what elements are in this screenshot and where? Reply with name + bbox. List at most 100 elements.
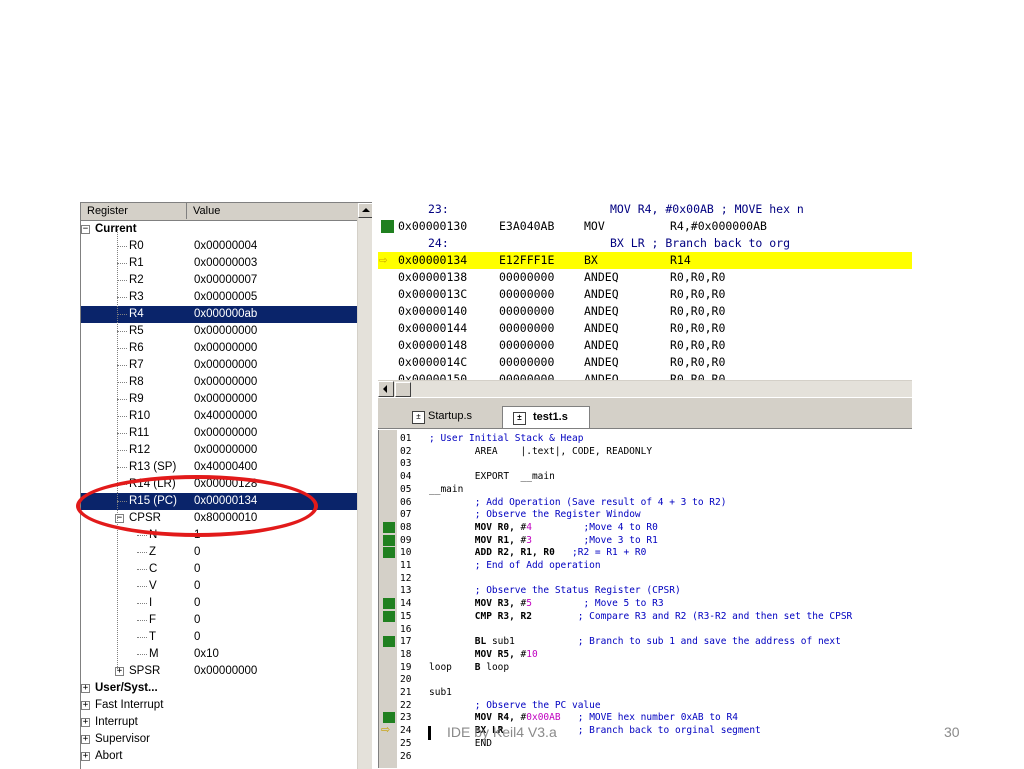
register-row[interactable]: R4 0x000000ab bbox=[81, 306, 357, 323]
register-window: Register Value − Current R0 0x00000004 R1 0x0… bbox=[80, 202, 372, 769]
column-value[interactable]: Value bbox=[187, 203, 357, 219]
expand-toggle-icon[interactable]: + bbox=[81, 684, 90, 693]
editor-line[interactable]: 23 MOV R4, #0x00AB ; MOVE hex number 0xA… bbox=[379, 712, 913, 724]
editor-line[interactable]: 08 MOV R0, #4 ;Move 4 to R0 bbox=[379, 522, 913, 534]
editor-line[interactable]: 06 ; Add Operation (Save result of 4 + 3… bbox=[379, 497, 913, 509]
operands: R0,R0,R0 bbox=[670, 338, 726, 352]
register-row[interactable]: R5 0x00000000 bbox=[81, 323, 357, 340]
breakpoint-icon[interactable] bbox=[383, 534, 395, 546]
editor-line[interactable]: 19 loop B loop bbox=[379, 662, 913, 674]
editor-line[interactable]: 15 CMP R3, R2 ; Compare R3 and R2 (R3-R2… bbox=[379, 611, 913, 623]
editor-line[interactable]: 11 ; End of Add operation bbox=[379, 560, 913, 572]
register-row[interactable]: R13 (SP) 0x40000400 bbox=[81, 459, 357, 476]
editor-line[interactable]: 05 __main bbox=[379, 484, 913, 496]
register-row[interactable]: I0 bbox=[81, 595, 357, 612]
editor-line[interactable]: 13 ; Observe the Status Register (CPSR) bbox=[379, 585, 913, 597]
register-row[interactable]: F0 bbox=[81, 612, 357, 629]
disassembly-line[interactable]: 0x00000138 00000000 ANDEQ R0,R0,R0 bbox=[378, 269, 912, 286]
scroll-thumb[interactable] bbox=[395, 382, 411, 397]
expand-toggle-icon[interactable]: + bbox=[81, 752, 90, 761]
register-row[interactable]: R9 0x00000000 bbox=[81, 391, 357, 408]
register-row[interactable]: R15 (PC) 0x00000134 bbox=[81, 493, 357, 510]
register-row[interactable]: R10 0x40000000 bbox=[81, 408, 357, 425]
address: 0x00000130 bbox=[398, 219, 468, 233]
editor-line[interactable]: 10 ADD R2, R1, R0 ;R2 = R1 + R0 bbox=[379, 547, 913, 559]
editor-line[interactable]: 02 AREA |.text|, CODE, READONLY bbox=[379, 446, 913, 458]
disassembly-line[interactable]: 0x00000130 E3A040AB MOV R4,#0x000000AB bbox=[378, 218, 912, 235]
register-row[interactable]: + Interrupt bbox=[81, 714, 357, 731]
breakpoint-icon[interactable] bbox=[383, 712, 395, 724]
register-row[interactable]: R8 0x00000000 bbox=[81, 374, 357, 391]
register-row[interactable]: T0 bbox=[81, 629, 357, 646]
editor-line[interactable]: 14 MOV R3, #5 ; Move 5 to R3 bbox=[379, 598, 913, 610]
register-row[interactable]: M 0x10 bbox=[81, 646, 357, 663]
source-line[interactable]: 23: MOV R4, #0x00AB ; MOVE hex n bbox=[378, 201, 912, 218]
editor-line[interactable]: 09 MOV R1, #3 ;Move 3 to R1 bbox=[379, 535, 913, 547]
register-scrollbar[interactable] bbox=[357, 203, 372, 769]
register-row[interactable]: V0 bbox=[81, 578, 357, 595]
column-register[interactable]: Register bbox=[81, 203, 187, 219]
register-row[interactable]: − CPSR 0x80000010 bbox=[81, 510, 357, 527]
breakpoint-icon[interactable] bbox=[383, 610, 395, 622]
register-row[interactable]: Z0 bbox=[81, 544, 357, 561]
breakpoint-icon[interactable] bbox=[383, 521, 395, 533]
scroll-up-button[interactable] bbox=[358, 203, 372, 218]
register-row[interactable]: − Current bbox=[81, 221, 357, 238]
expand-toggle-icon[interactable]: + bbox=[81, 718, 90, 727]
breakpoint-icon[interactable] bbox=[383, 547, 395, 559]
register-row[interactable]: C0 bbox=[81, 561, 357, 578]
register-name: R15 (PC) bbox=[129, 495, 177, 507]
disassembly-line[interactable]: 0x0000014C 00000000 ANDEQ R0,R0,R0 bbox=[378, 354, 912, 371]
register-tree[interactable]: Register Value − Current R0 0x00000004 R1 0x0… bbox=[81, 203, 357, 769]
editor-line[interactable]: 20 bbox=[379, 674, 913, 686]
source-line[interactable]: 24: BX LR ; Branch back to org bbox=[378, 235, 912, 252]
register-row[interactable]: + User/Syst... bbox=[81, 680, 357, 697]
register-row[interactable]: + Fast Interrupt bbox=[81, 697, 357, 714]
register-row[interactable]: R7 0x00000000 bbox=[81, 357, 357, 374]
register-row[interactable]: + SPSR 0x00000000 bbox=[81, 663, 357, 680]
editor-line[interactable]: 04 EXPORT __main bbox=[379, 471, 913, 483]
editor-line[interactable]: 18 MOV R5, #10 bbox=[379, 649, 913, 661]
expand-toggle-icon[interactable]: + bbox=[81, 735, 90, 744]
editor-line[interactable]: 21 sub1 bbox=[379, 687, 913, 699]
editor-line[interactable]: 07 ; Observe the Register Window bbox=[379, 509, 913, 521]
expand-toggle-icon[interactable]: − bbox=[81, 225, 90, 234]
register-row[interactable]: + Abort bbox=[81, 748, 357, 765]
editor-line[interactable]: 01 ; User Initial Stack & Heap bbox=[379, 433, 913, 445]
register-row[interactable]: + Supervisor bbox=[81, 731, 357, 748]
line-number: 06 bbox=[400, 496, 412, 508]
tab-test1[interactable]: ± test1.s bbox=[502, 406, 590, 428]
editor-line[interactable]: 26 bbox=[379, 751, 913, 763]
breakpoint-icon[interactable] bbox=[383, 636, 395, 648]
opcode: 00000000 bbox=[499, 321, 555, 335]
editor-line[interactable]: 22 ; Observe the PC value bbox=[379, 700, 913, 712]
disassembly-line[interactable]: 0x00000140 00000000 ANDEQ R0,R0,R0 bbox=[378, 303, 912, 320]
register-row[interactable]: R1 0x00000003 bbox=[81, 255, 357, 272]
opcode: 00000000 bbox=[499, 270, 555, 284]
expand-toggle-icon[interactable]: + bbox=[81, 701, 90, 710]
source-editor[interactable]: 01 ; User Initial Stack & Heap 02 AREA |.t… bbox=[378, 430, 913, 768]
disassembly-line[interactable]: 0x00000134 E12FFF1E BX R14 ⇨ bbox=[378, 252, 912, 269]
register-row[interactable]: R3 0x00000005 bbox=[81, 289, 357, 306]
scroll-left-button[interactable] bbox=[378, 381, 394, 397]
editor-line[interactable]: 03 bbox=[379, 458, 913, 470]
register-row[interactable]: N1 bbox=[81, 527, 357, 544]
disassembly-hscroll[interactable] bbox=[378, 380, 912, 397]
disassembly-line[interactable]: 0x00000148 00000000 ANDEQ R0,R0,R0 bbox=[378, 337, 912, 354]
register-row[interactable]: R12 0x00000000 bbox=[81, 442, 357, 459]
register-row[interactable]: R14 (LR) 0x00000128 bbox=[81, 476, 357, 493]
breakpoint-icon[interactable] bbox=[383, 598, 395, 610]
tree-connector bbox=[137, 586, 147, 587]
disassembly-line[interactable]: 0x0000013C 00000000 ANDEQ R0,R0,R0 bbox=[378, 286, 912, 303]
register-row[interactable]: R11 0x00000000 bbox=[81, 425, 357, 442]
breakpoint-icon[interactable] bbox=[381, 220, 394, 233]
register-row[interactable]: R6 0x00000000 bbox=[81, 340, 357, 357]
register-row[interactable]: R2 0x00000007 bbox=[81, 272, 357, 289]
tab-startup[interactable]: ± Startup.s bbox=[398, 406, 494, 427]
disassembly-line[interactable]: 0x00000144 00000000 ANDEQ R0,R0,R0 bbox=[378, 320, 912, 337]
editor-line[interactable]: 16 bbox=[379, 624, 913, 636]
register-row[interactable]: R0 0x00000004 bbox=[81, 238, 357, 255]
register-value: 0 bbox=[194, 614, 201, 626]
editor-line[interactable]: 17 BL sub1 ; Branch to sub 1 and save th… bbox=[379, 636, 913, 648]
editor-line[interactable]: 12 bbox=[379, 573, 913, 585]
